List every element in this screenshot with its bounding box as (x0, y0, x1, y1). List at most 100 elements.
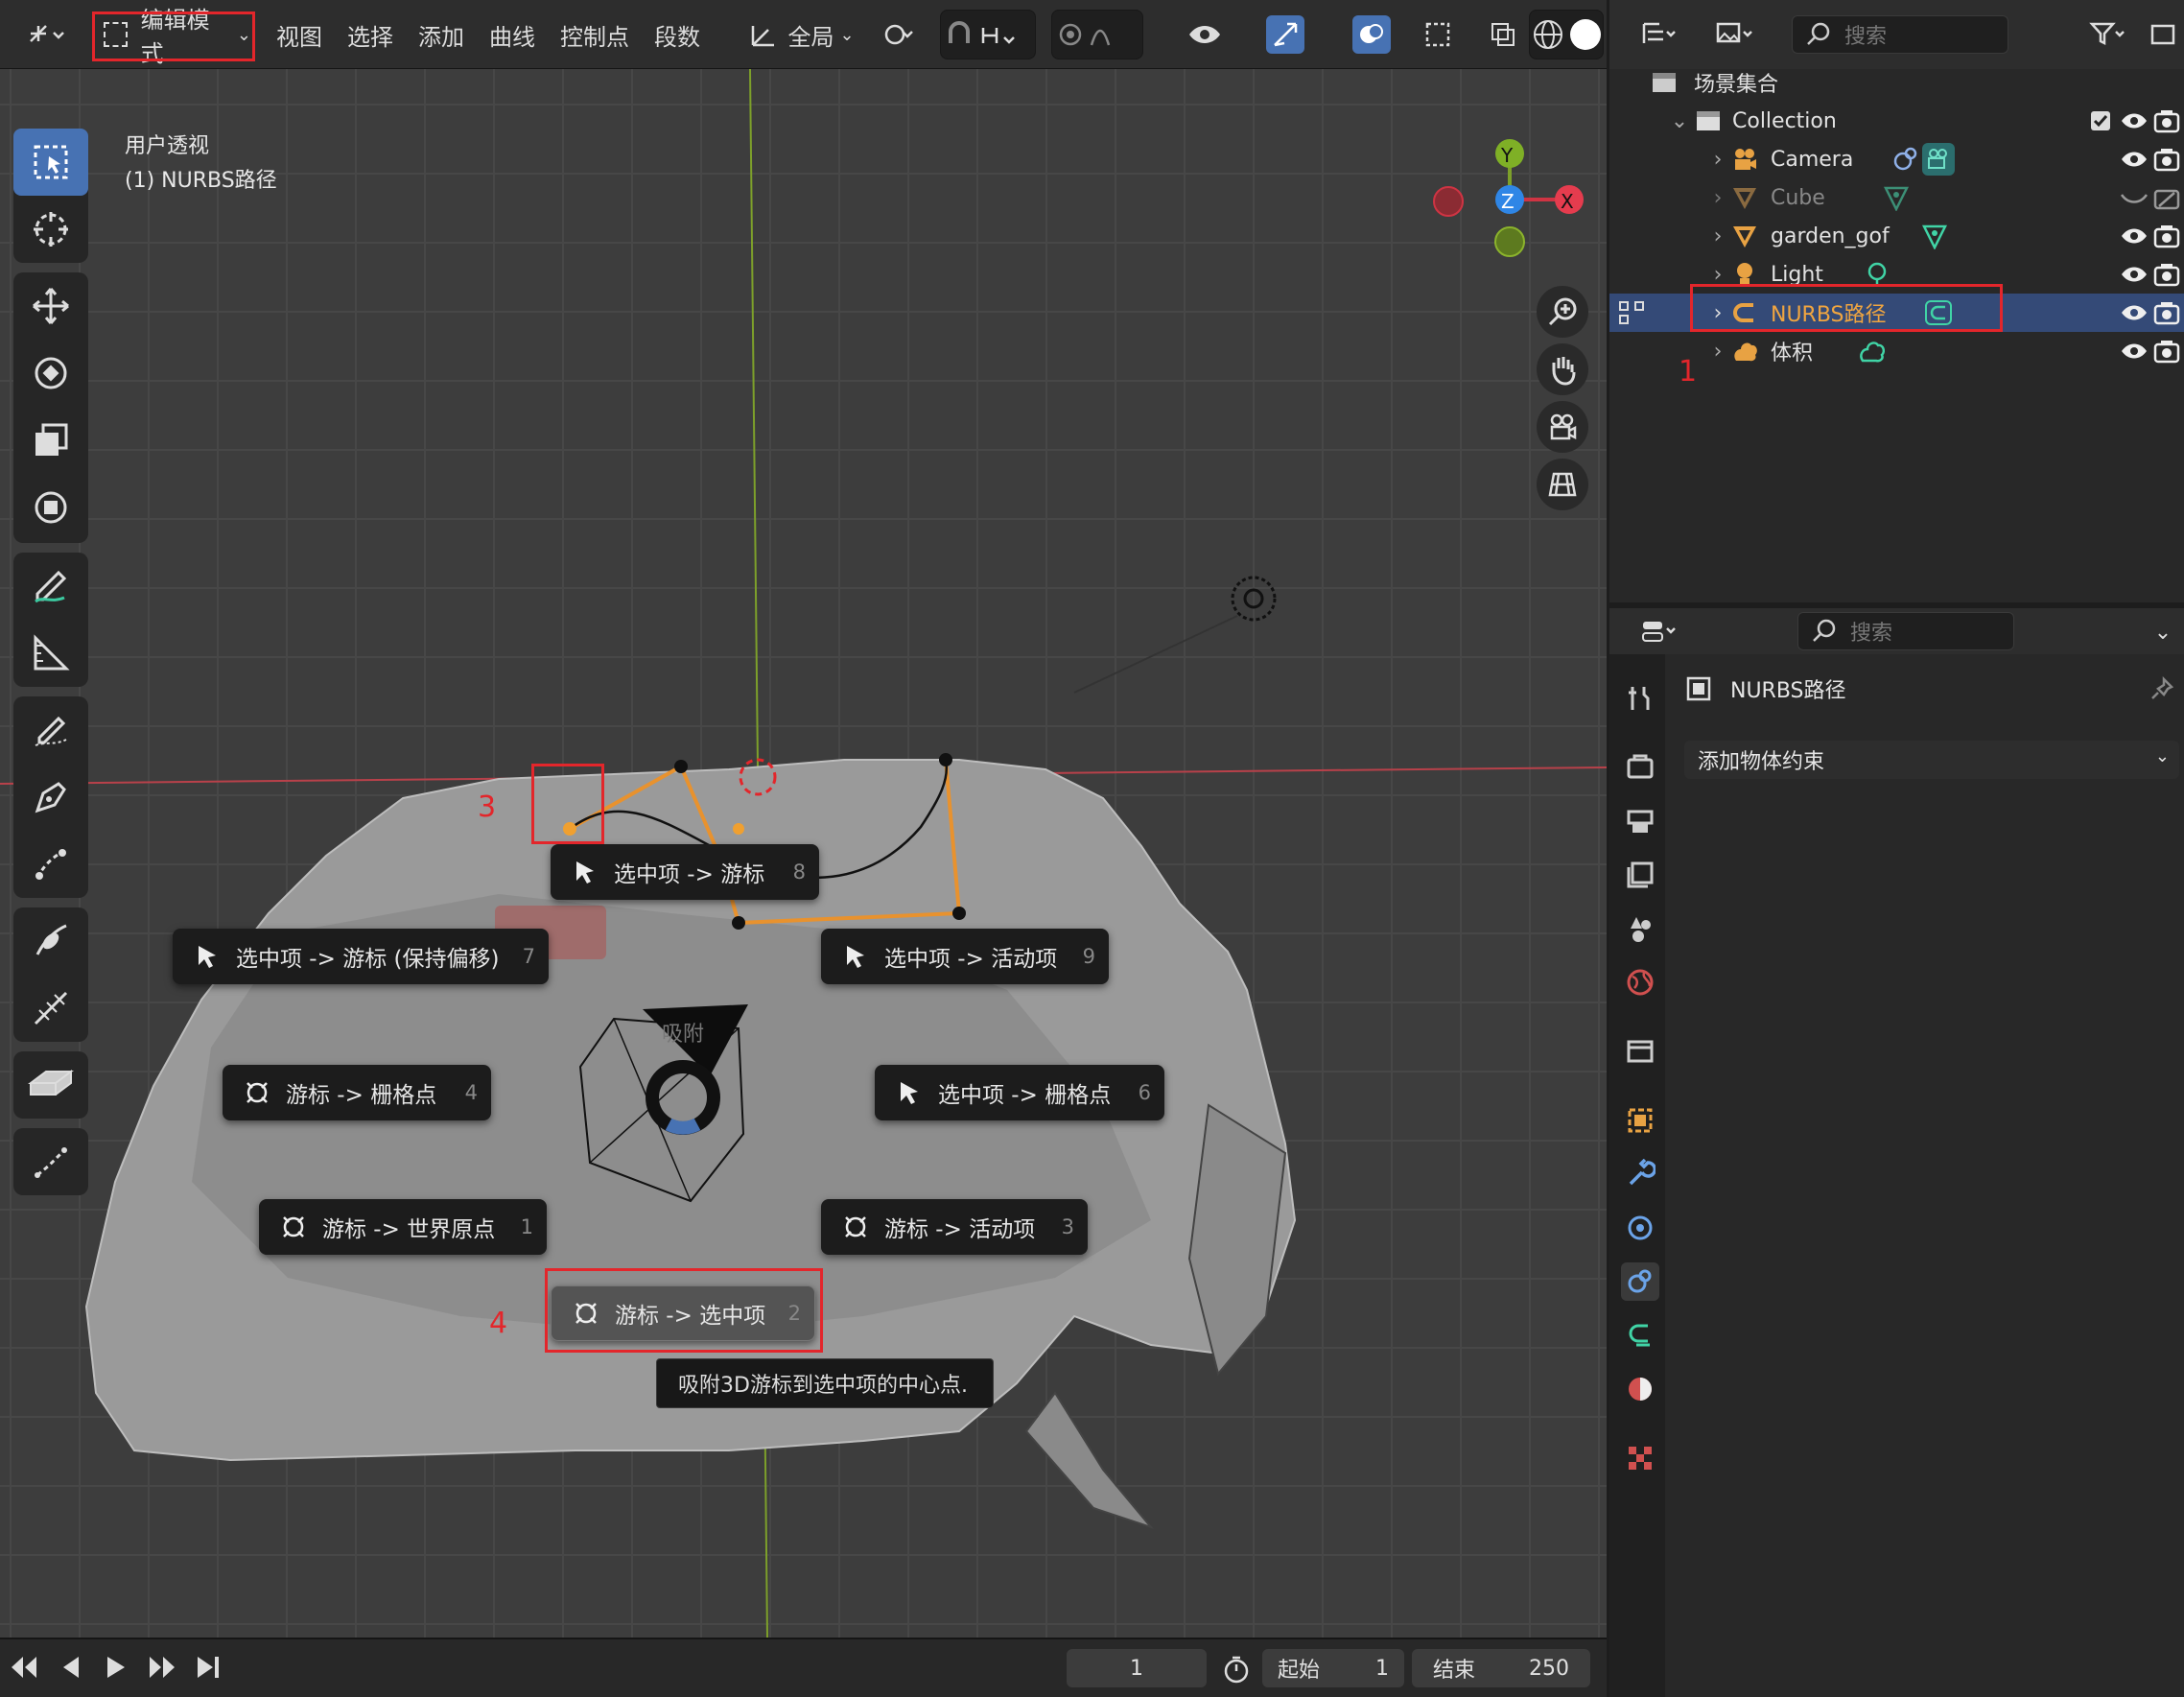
tab-constraints[interactable] (1621, 1262, 1659, 1301)
pin-icon[interactable] (2149, 675, 2175, 706)
tab-view-layer[interactable] (1621, 856, 1659, 894)
control-point[interactable] (952, 907, 966, 920)
shading-mode[interactable] (1529, 10, 1604, 59)
eye-closed-icon[interactable] (2118, 181, 2150, 214)
pen-tool[interactable] (13, 764, 88, 831)
eye-icon[interactable] (2118, 296, 2150, 329)
visibility-dropdown[interactable] (1178, 10, 1235, 59)
add-constraint-dropdown[interactable]: 添加物体约束 ⌄ (1684, 741, 2179, 779)
transform-tool[interactable] (13, 474, 88, 541)
pie-item-selection-to-cursor-offset[interactable]: 选中项 -> 游标 (保持偏移) 7 (173, 929, 549, 984)
menu-segments[interactable]: 段数 (654, 13, 700, 56)
active-point[interactable] (733, 823, 744, 835)
start-frame-field[interactable]: 起始 1 (1262, 1649, 1404, 1687)
jump-start-icon[interactable] (10, 1653, 38, 1682)
randomize-tool[interactable] (13, 975, 88, 1042)
tab-tool[interactable] (1621, 679, 1659, 718)
outliner-row-cube[interactable]: › Cube (1609, 178, 2184, 217)
eye-icon[interactable] (2118, 105, 2150, 137)
jump-end-icon[interactable] (194, 1653, 223, 1682)
render-disabled-icon[interactable] (2150, 181, 2183, 214)
solid-shading-icon[interactable] (1570, 19, 1601, 50)
mesh-edit-overlays[interactable] (1414, 10, 1481, 59)
pie-item-cursor-to-active[interactable]: 游标 -> 活动项 3 (821, 1199, 1088, 1255)
move-tool[interactable] (13, 272, 88, 340)
pie-item-cursor-to-world-origin[interactable]: 游标 -> 世界原点 1 (259, 1199, 547, 1255)
tab-collection[interactable] (1621, 1032, 1659, 1071)
pie-item-cursor-to-grid[interactable]: 游标 -> 栅格点 4 (223, 1065, 491, 1120)
gizmo-toggle[interactable] (1247, 10, 1324, 59)
tab-world[interactable] (1621, 963, 1659, 1002)
tab-data[interactable] (1621, 1316, 1659, 1355)
overlays-toggle[interactable] (1333, 10, 1410, 59)
pie-item-selection-to-cursor[interactable]: 选中项 -> 游标 8 (551, 844, 819, 900)
menu-curve[interactable]: 曲线 (489, 13, 535, 56)
new-collection-button[interactable] (2145, 10, 2183, 59)
proportional-editing[interactable] (1051, 10, 1143, 59)
chevron-down-icon[interactable]: ⌄ (2147, 616, 2179, 648)
radius-tool[interactable] (13, 907, 88, 975)
tab-render[interactable] (1621, 748, 1659, 787)
properties-editor-type[interactable] (1631, 612, 1688, 650)
gizmo-neg-x[interactable] (1433, 186, 1464, 217)
menu-select[interactable]: 选择 (347, 13, 393, 56)
draw-tool[interactable] (13, 696, 88, 764)
eye-icon[interactable] (2118, 143, 2150, 176)
tab-scene[interactable] (1621, 909, 1659, 948)
render-camera-icon[interactable] (2150, 105, 2183, 137)
3d-viewport[interactable]: 吸附 用户透视 (1) NURBS路径 Y Z X 选中项 -> 游标 8 选中… (0, 69, 1607, 1638)
tab-output[interactable] (1621, 802, 1659, 840)
camera-view-button[interactable] (1537, 401, 1588, 453)
editor-type-button[interactable] (17, 10, 75, 59)
edit-mode-toggle-icon[interactable] (1615, 296, 1648, 329)
outliner-row-camera[interactable]: › Camera (1609, 140, 2184, 178)
stopwatch-icon[interactable] (1222, 1655, 1251, 1687)
pie-item-selection-to-active[interactable]: 选中项 -> 活动项 9 (821, 929, 1109, 984)
rotate-tool[interactable] (13, 340, 88, 407)
tab-physics[interactable] (1621, 1209, 1659, 1247)
vertex-tool[interactable] (13, 1128, 88, 1195)
scale-tool[interactable] (13, 407, 88, 474)
gizmo-neg-y[interactable] (1494, 226, 1525, 257)
eye-icon[interactable] (2118, 258, 2150, 291)
control-point[interactable] (732, 916, 745, 930)
properties-search-input[interactable]: 搜索 (1797, 612, 2014, 650)
tilt-tool[interactable] (13, 831, 88, 898)
pie-item-selection-to-grid[interactable]: 选中项 -> 栅格点 6 (875, 1065, 1164, 1120)
extrude-tool[interactable] (13, 1051, 88, 1119)
prev-keyframe-icon[interactable] (56, 1653, 84, 1682)
display-mode-dropdown[interactable] (1705, 10, 1763, 59)
next-keyframe-icon[interactable] (148, 1653, 176, 1682)
control-point[interactable] (939, 753, 952, 766)
pivot-point-dropdown[interactable] (871, 10, 928, 59)
tab-object[interactable] (1621, 1101, 1659, 1140)
perspective-toggle-button[interactable] (1537, 459, 1588, 510)
transform-orientation-dropdown[interactable]: 全局 ⌄ (744, 10, 859, 59)
render-camera-icon[interactable] (2150, 258, 2183, 291)
filter-dropdown[interactable] (2079, 10, 2137, 59)
render-camera-icon[interactable] (2150, 296, 2183, 329)
checkbox-icon[interactable] (2084, 105, 2117, 137)
outliner-editor-type[interactable] (1631, 10, 1688, 59)
outliner-row-collection[interactable]: ⌄ Collection (1609, 102, 2184, 140)
outliner-search-input[interactable]: 搜索 (1792, 15, 2008, 54)
zoom-button[interactable] (1537, 286, 1588, 338)
play-icon[interactable] (102, 1653, 130, 1682)
snap-toggle[interactable] (940, 10, 1036, 59)
eye-icon[interactable] (2118, 220, 2150, 252)
annotate-tool[interactable] (13, 553, 88, 620)
select-box-tool[interactable] (13, 129, 88, 196)
outliner-scene-collection[interactable]: 场景集合 (1609, 63, 2184, 102)
render-camera-icon[interactable] (2150, 220, 2183, 252)
current-frame-field[interactable]: 1 (1067, 1649, 1207, 1687)
menu-view[interactable]: 视图 (276, 13, 322, 56)
render-camera-icon[interactable] (2150, 143, 2183, 176)
tab-texture[interactable] (1621, 1439, 1659, 1477)
cursor-tool[interactable] (13, 196, 88, 263)
control-point[interactable] (674, 760, 688, 773)
chevron-down-icon[interactable]: ⌄ (1663, 105, 1696, 137)
tab-modifiers[interactable] (1621, 1155, 1659, 1193)
xray-toggle[interactable] (1489, 10, 1517, 59)
pan-button[interactable] (1537, 343, 1588, 395)
menu-add[interactable]: 添加 (418, 13, 464, 56)
